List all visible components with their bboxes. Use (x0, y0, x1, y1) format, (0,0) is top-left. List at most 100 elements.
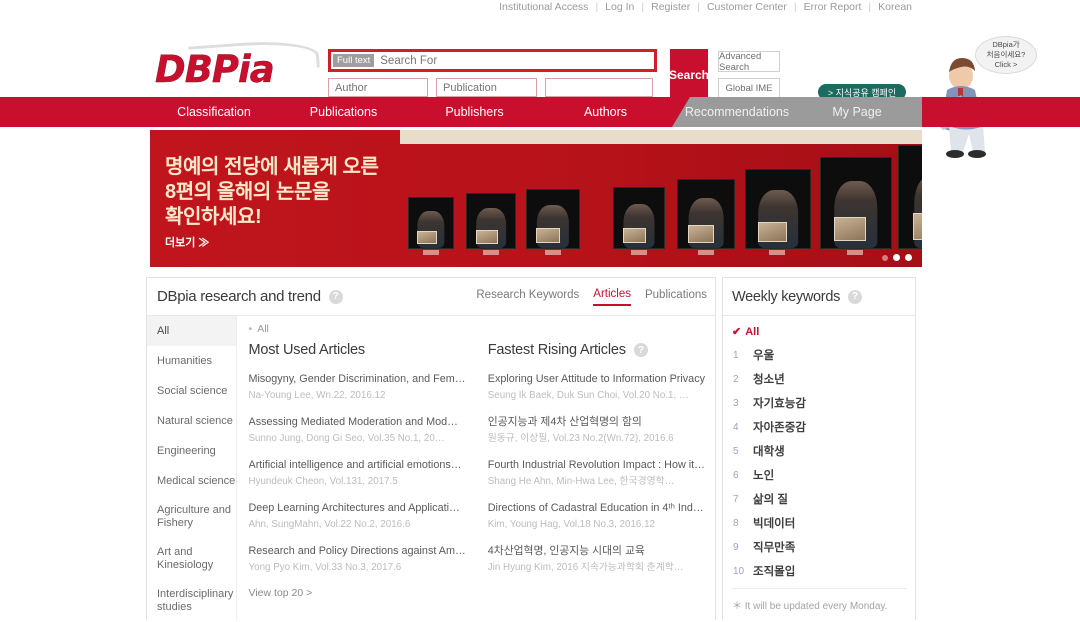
utility-link-institutional-access[interactable]: Institutional Access (499, 1, 588, 13)
hero-banner[interactable]: 명예의 전당에 새롭게 오른 8편의 올해의 논문을 확인하세요! 더보기 ≫ (150, 130, 922, 267)
list-item[interactable]: 6 노인 (723, 463, 915, 487)
category-item-engineering[interactable]: Engineering (147, 436, 236, 466)
nav-item-authors[interactable]: Authors (540, 97, 671, 127)
help-icon[interactable]: ? (633, 343, 648, 357)
extra-search-field[interactable] (545, 78, 653, 97)
keyword-word: 노인 (753, 470, 775, 482)
article-title: Directions of Cadastral Education in 4ᵗʰ… (487, 502, 704, 514)
mascot-illustration[interactable]: DBpia가 처음이세요? Click > (925, 30, 1075, 160)
banner-slide-dots[interactable] (882, 254, 912, 261)
nav-item-my-page[interactable]: My Page (802, 97, 912, 127)
help-icon[interactable]: ? (328, 289, 343, 304)
main-search-row: Full text (328, 49, 657, 72)
banner-dot-1[interactable] (882, 254, 888, 261)
keyword-rank: 4 (733, 421, 739, 433)
utility-separator: | (868, 1, 872, 13)
list-item[interactable]: 10 조직몰입 (723, 559, 915, 583)
article-meta: Ahn, SungMahn, Vol.22 No.2, 2016.6 (248, 519, 411, 530)
weekly-keywords-panel: Weekly keywords ? ✔ All 1 우울 2 청소년 3 자기효… (722, 277, 916, 620)
nav-item-classification[interactable]: Classification (150, 97, 278, 127)
list-item[interactable]: 2 청소년 (723, 367, 915, 391)
nav-item-publications[interactable]: Publications (278, 97, 409, 127)
article-meta: Shang He Ahn, Min-Hwa Lee, 한국경영학… (487, 476, 675, 487)
list-item[interactable]: 4차산업혁명, 인공지능 시대의 교육 Jin Hyung Kim, 2016 … (488, 544, 705, 574)
category-item-art-and-kinesiology[interactable]: Art and Kinesiology (147, 538, 236, 580)
tab-publications[interactable]: Publications (645, 289, 707, 305)
banner-headline: 명예의 전당에 새롭게 오른 8편의 올해의 논문을 확인하세요! (165, 155, 379, 230)
keyword-rank: 8 (733, 517, 739, 529)
list-item[interactable]: 1 우울 (723, 343, 915, 367)
banner-dot-3[interactable] (905, 254, 912, 261)
awards-gallery-image (400, 144, 922, 267)
category-item-agriculture-and-fishery[interactable]: Agriculture and Fishery (147, 496, 236, 538)
bullet-icon: • (248, 323, 253, 335)
view-top-20-link[interactable]: View top 20 > (249, 587, 466, 599)
publication-field[interactable] (436, 78, 537, 97)
banner-more-link[interactable]: 더보기 ≫ (165, 234, 209, 250)
category-item-medical-science[interactable]: Medical science (147, 466, 236, 496)
dbpia-logo[interactable]: DBPia (155, 37, 320, 94)
utility-link-log-in[interactable]: Log In (605, 1, 634, 13)
research-panel-header: DBpia research and trend ? Research Keyw… (147, 278, 715, 316)
list-item[interactable]: 9 직무만족 (723, 535, 915, 559)
article-title: Artificial intelligence and artificial e… (248, 459, 462, 471)
list-item[interactable]: Exploring User Attitude to Information P… (488, 372, 705, 402)
most-used-articles-column: Most Used Articles Misogyny, Gender Disc… (237, 342, 476, 599)
keyword-rank: 1 (733, 349, 739, 361)
article-meta: Yong Pyo Kim, Vol.33 No.3, 2017.6 (248, 562, 402, 573)
help-icon[interactable]: ? (848, 289, 863, 304)
utility-link-korean[interactable]: Korean (878, 1, 912, 13)
author-field[interactable] (328, 78, 428, 97)
search-button[interactable]: Search (669, 49, 709, 101)
keyword-rank: 10 (733, 565, 745, 577)
nav-item-publishers[interactable]: Publishers (409, 97, 540, 127)
most-used-title: Most Used Articles (248, 342, 366, 358)
utility-separator: | (697, 1, 700, 13)
banner-dot-2[interactable] (893, 254, 900, 261)
bubble-line-3: Click > (994, 60, 1018, 69)
advanced-search-button[interactable]: Advanced Search (718, 51, 780, 73)
list-item[interactable]: Fourth Industrial Revolution Impact : Ho… (488, 458, 705, 488)
tab-research-keywords[interactable]: Research Keywords (476, 289, 579, 305)
list-item[interactable]: 8 빅데이터 (723, 511, 915, 535)
mascot-speech-bubble[interactable]: DBpia가 처음이세요? Click > (975, 36, 1037, 74)
bubble-line-2: 처음이세요? (986, 50, 1026, 59)
list-item[interactable]: 3 자기효능감 (723, 391, 915, 415)
list-item[interactable]: Research and Policy Directions against A… (249, 544, 466, 574)
category-item-interdisciplinary-studies[interactable]: Interdisciplinary studies (147, 580, 236, 622)
list-item[interactable]: 5 대학생 (723, 439, 915, 463)
global-ime-button[interactable]: Global IME (718, 78, 780, 99)
tab-articles[interactable]: Articles (593, 288, 631, 306)
category-item-all[interactable]: All (147, 316, 236, 346)
banner-line-3: 확인하세요! (165, 206, 262, 228)
keyword-rank: 3 (733, 397, 739, 409)
utility-link-register[interactable]: Register (651, 1, 690, 13)
list-item[interactable]: Directions of Cadastral Education in 4ᵗʰ… (488, 501, 705, 531)
utility-link-customer-center[interactable]: Customer Center (707, 1, 787, 13)
keyword-word: 청소년 (753, 374, 785, 386)
keyword-filter-all[interactable]: ✔ All (723, 316, 915, 343)
utility-link-error-report[interactable]: Error Report (804, 1, 862, 13)
list-item[interactable]: Deep Learning Architectures and Applicat… (249, 501, 466, 531)
list-item[interactable]: Artificial intelligence and artificial e… (249, 458, 466, 488)
site-header: DBPia Full text Search Advanced Search G… (0, 14, 1080, 158)
research-panel-tabs: Research Keywords Articles Publications (476, 288, 707, 306)
article-title: Research and Policy Directions against A… (248, 545, 466, 557)
category-item-humanities[interactable]: Humanities (147, 346, 236, 376)
list-item[interactable]: Assessing Mediated Moderation and Mod… S… (249, 415, 466, 445)
list-item[interactable]: Misogyny, Gender Discrimination, and Fem… (249, 372, 466, 402)
keyword-word: 우울 (753, 350, 775, 362)
fastest-rising-title-wrap: Fastest Rising Articles ? (488, 342, 705, 358)
list-item[interactable]: 인공지능과 제4차 산업혁명의 함의 원동규, 이상필, Vol.23 No.2… (488, 415, 705, 445)
nav-item-recommendations[interactable]: Recommendations (672, 97, 802, 127)
list-item[interactable]: 7 삶의 질 (723, 487, 915, 511)
keyword-rank: 7 (733, 493, 739, 505)
category-item-social-science[interactable]: Social science (147, 376, 236, 406)
breadcrumb-label: All (257, 323, 269, 335)
search-input[interactable] (374, 54, 654, 67)
banner-line-1: 명예의 전당에 새롭게 오른 (165, 156, 379, 178)
list-item[interactable]: 4 자아존중감 (723, 415, 915, 439)
research-panel-title: DBpia research and trend (157, 288, 321, 305)
fulltext-scope-tag[interactable]: Full text (333, 54, 375, 67)
category-item-natural-science[interactable]: Natural science (147, 406, 236, 436)
